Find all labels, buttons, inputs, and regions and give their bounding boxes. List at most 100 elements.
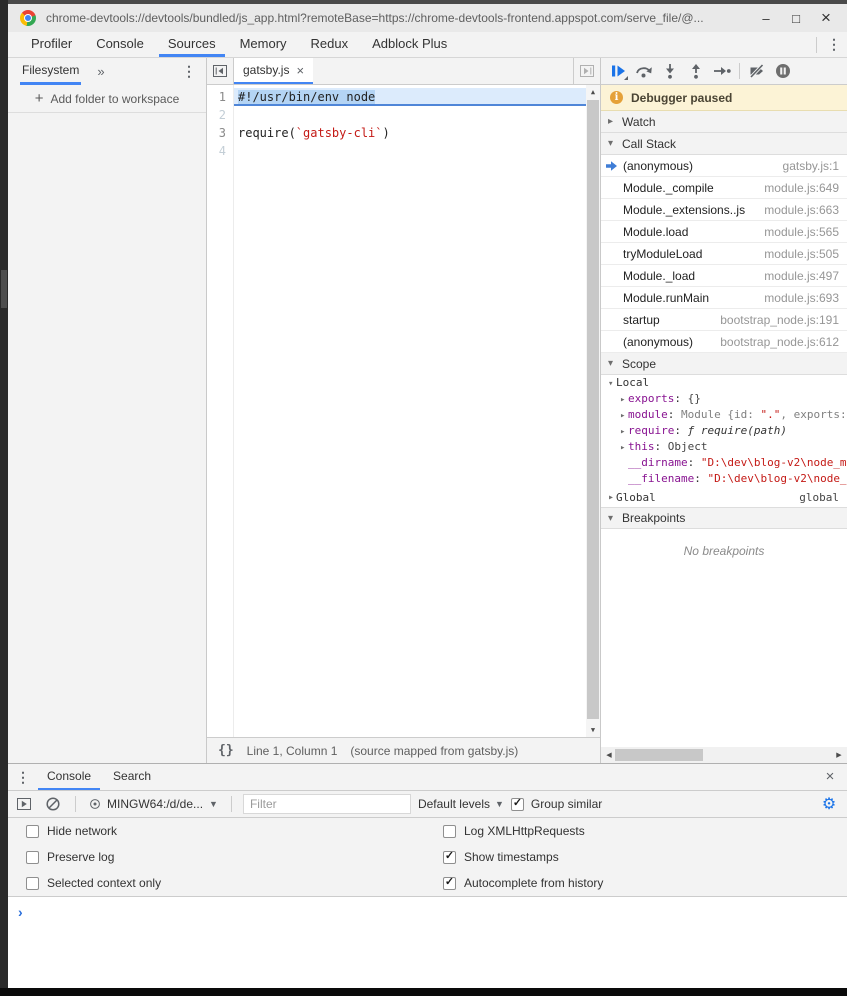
step-button[interactable] — [709, 59, 735, 83]
step-out-button[interactable] — [683, 59, 709, 83]
collapse-triangle-icon[interactable]: ▾ — [608, 358, 616, 369]
tab-sources[interactable]: Sources — [159, 32, 225, 57]
show-timestamps-checkbox[interactable]: ✓ — [443, 851, 456, 864]
selected-context-only-option[interactable]: Selected context only — [8, 876, 435, 890]
expand-triangle-icon[interactable]: ▸ — [620, 408, 628, 423]
scrollbar-thumb[interactable] — [615, 749, 703, 761]
scope-property-filename[interactable]: __filename: "D:\dev\blog-v2\node_n — [601, 471, 847, 487]
code-line-1-execution[interactable]: #!/usr/bin/env node — [234, 88, 586, 106]
log-xhr-checkbox[interactable] — [443, 825, 456, 838]
console-settings-gear-icon[interactable]: ⚙ — [816, 794, 842, 814]
scroll-left-icon[interactable]: ◀ — [605, 747, 613, 763]
call-stack-frame[interactable]: startup bootstrap_node.js:191 — [601, 309, 847, 331]
frame-location[interactable]: module.js:693 — [756, 291, 839, 305]
call-stack-section-header[interactable]: ▾ Call Stack — [601, 133, 847, 155]
collapse-triangle-icon[interactable]: ▾ — [608, 138, 616, 149]
autocomplete-history-option[interactable]: ✓ Autocomplete from history — [435, 876, 847, 890]
log-xhr-option[interactable]: Log XMLHttpRequests — [435, 824, 847, 838]
tab-adblock-plus[interactable]: Adblock Plus — [363, 32, 456, 57]
expand-triangle-icon[interactable]: ▸ — [620, 440, 628, 455]
call-stack-frame[interactable]: (anonymous) bootstrap_node.js:612 — [601, 331, 847, 353]
scope-property-require[interactable]: ▸require: ƒ require(path) — [601, 423, 847, 439]
console-prompt[interactable]: › — [8, 897, 847, 988]
breakpoints-section-header[interactable]: ▾ Breakpoints — [601, 507, 847, 529]
resume-button[interactable] — [605, 59, 631, 83]
scope-section-header[interactable]: ▾ Scope — [601, 353, 847, 375]
frame-location[interactable]: module.js:505 — [756, 247, 839, 261]
scope-property-exports[interactable]: ▸exports: {} — [601, 391, 847, 407]
call-stack-frame[interactable]: tryModuleLoad module.js:505 — [601, 243, 847, 265]
pretty-print-icon[interactable]: {} — [218, 743, 234, 758]
tab-redux[interactable]: Redux — [302, 32, 358, 57]
drawer-close-icon[interactable]: × — [813, 764, 847, 790]
scope-property-dirname[interactable]: __dirname: "D:\dev\blog-v2\node_mo — [601, 455, 847, 471]
navigator-menu-icon[interactable]: ⋮ — [176, 58, 202, 85]
code-editor[interactable]: 1 2 3 4 #!/usr/bin/env node require(`gat… — [207, 85, 600, 737]
maximize-button[interactable]: □ — [781, 11, 811, 26]
call-stack-frame[interactable]: Module._load module.js:497 — [601, 265, 847, 287]
main-menu-icon[interactable]: ⋮ — [821, 36, 847, 53]
reveal-sidebar-button[interactable] — [573, 58, 600, 84]
tab-memory[interactable]: Memory — [231, 32, 296, 57]
collapse-triangle-icon[interactable]: ▾ — [608, 376, 616, 391]
collapse-triangle-icon[interactable]: ▾ — [608, 513, 616, 524]
call-stack-frame[interactable]: Module.runMain module.js:693 — [601, 287, 847, 309]
call-stack-frame[interactable]: Module._compile module.js:649 — [601, 177, 847, 199]
pause-on-exceptions-button[interactable] — [770, 59, 796, 83]
execution-context-selector[interactable]: MINGW64:/d/de... ▼ — [87, 797, 220, 811]
scope-global-row[interactable]: ▸Globalglobal — [601, 487, 847, 507]
drawer-tab-search[interactable]: Search — [104, 764, 160, 790]
clear-console-button[interactable] — [42, 793, 64, 815]
frame-location[interactable]: module.js:649 — [756, 181, 839, 195]
show-timestamps-option[interactable]: ✓ Show timestamps — [435, 850, 847, 864]
preserve-log-checkbox[interactable] — [26, 851, 39, 864]
preserve-log-option[interactable]: Preserve log — [8, 850, 435, 864]
frame-location[interactable]: bootstrap_node.js:612 — [712, 335, 839, 349]
frame-location[interactable]: module.js:497 — [756, 269, 839, 283]
call-stack-frame-current[interactable]: (anonymous) gatsby.js:1 — [601, 155, 847, 177]
autocomplete-history-checkbox[interactable]: ✓ — [443, 877, 456, 890]
editor-scrollbar[interactable]: ▲ ▼ — [586, 85, 600, 737]
collapse-triangle-icon[interactable]: ▸ — [608, 116, 616, 127]
frame-location[interactable]: gatsby.js:1 — [775, 159, 839, 173]
drawer-tab-console[interactable]: Console — [38, 764, 100, 790]
code-line-3[interactable]: require(`gatsby-cli`) — [234, 124, 586, 142]
hide-network-option[interactable]: Hide network — [8, 824, 435, 838]
expand-triangle-icon[interactable]: ▸ — [620, 424, 628, 439]
group-similar-option[interactable]: ✓ Group similar — [511, 797, 602, 811]
call-stack-frame[interactable]: Module._extensions..js module.js:663 — [601, 199, 847, 221]
tab-close-icon[interactable]: × — [296, 63, 304, 78]
code-line-4[interactable] — [234, 142, 586, 160]
log-levels-dropdown[interactable]: Default levels ▼ — [418, 797, 504, 811]
scope-property-this[interactable]: ▸this: Object — [601, 439, 847, 455]
tab-console[interactable]: Console — [87, 32, 153, 57]
scrollbar-thumb[interactable] — [587, 100, 599, 719]
expand-triangle-icon[interactable]: ▸ — [620, 392, 628, 407]
hide-network-checkbox[interactable] — [26, 825, 39, 838]
tab-overflow-icon[interactable]: » — [97, 58, 104, 85]
drawer-menu-icon[interactable]: ⋮ — [8, 764, 38, 790]
frame-location[interactable]: bootstrap_node.js:191 — [712, 313, 839, 327]
edge-scrollbar-thumb[interactable] — [1, 270, 7, 308]
scope-property-module[interactable]: ▸module: Module {id: ".", exports: — [601, 407, 847, 423]
frame-location[interactable]: module.js:663 — [756, 203, 839, 217]
editor-tab-gatsby[interactable]: gatsby.js × — [234, 58, 313, 84]
code-line-2[interactable] — [234, 106, 586, 124]
scroll-down-icon[interactable]: ▼ — [586, 723, 600, 737]
call-stack-frame[interactable]: Module.load module.js:565 — [601, 221, 847, 243]
scroll-right-icon[interactable]: ▶ — [835, 747, 843, 763]
show-console-sidebar-button[interactable] — [13, 793, 35, 815]
step-over-button[interactable] — [631, 59, 657, 83]
expand-triangle-icon[interactable]: ▸ — [608, 492, 616, 503]
sidebar-horizontal-scrollbar[interactable]: ◀ ▶ — [601, 747, 847, 763]
hide-navigator-button[interactable] — [207, 58, 234, 84]
frame-location[interactable]: module.js:565 — [756, 225, 839, 239]
code-area[interactable]: #!/usr/bin/env node require(`gatsby-cli`… — [234, 85, 586, 737]
selected-context-only-checkbox[interactable] — [26, 877, 39, 890]
deactivate-breakpoints-button[interactable] — [744, 59, 770, 83]
minimize-button[interactable]: – — [751, 11, 781, 26]
scroll-up-icon[interactable]: ▲ — [586, 85, 600, 99]
group-similar-checkbox[interactable]: ✓ — [511, 798, 524, 811]
step-into-button[interactable] — [657, 59, 683, 83]
add-folder-button[interactable]: + Add folder to workspace — [8, 85, 206, 113]
